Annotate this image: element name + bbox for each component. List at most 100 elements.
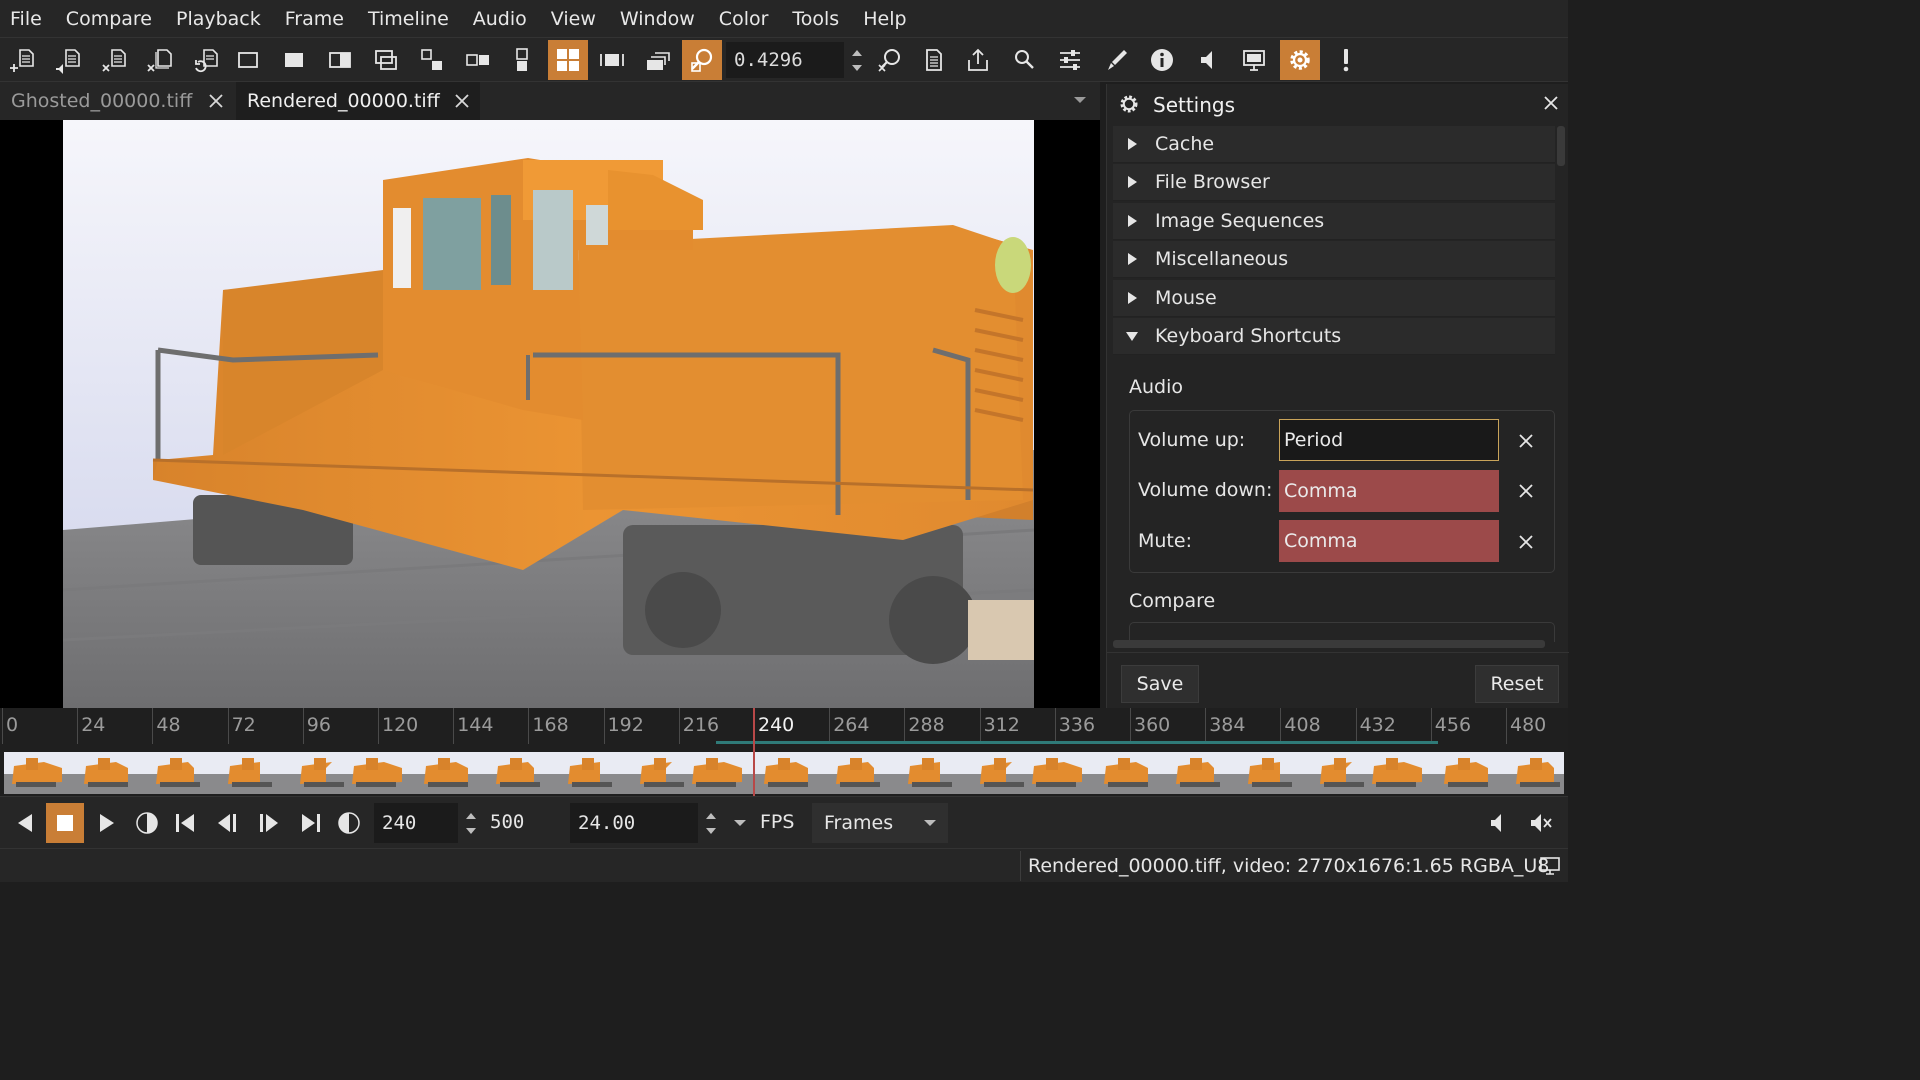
zoom-stepper[interactable] <box>846 42 868 78</box>
menu-help[interactable]: Help <box>851 0 918 38</box>
shortcut-label: Volume down: <box>1138 479 1273 501</box>
zoom-input[interactable]: 0.4296 <box>726 42 844 78</box>
annotation-icon[interactable] <box>1096 40 1136 80</box>
mute-shortcut-field[interactable]: Comma <box>1279 520 1499 562</box>
timeline-thumbnail <box>208 752 276 794</box>
fill-view-icon[interactable] <box>638 40 678 80</box>
timeline-tick-label: 192 <box>607 714 644 736</box>
timeline-thumbnails[interactable] <box>4 752 1564 794</box>
clear-icon[interactable] <box>1518 534 1534 550</box>
image-viewer[interactable] <box>0 120 1100 708</box>
files-panel-icon[interactable] <box>914 40 954 80</box>
tab-ghosted[interactable]: Ghosted_00000.tiff <box>0 82 234 120</box>
zoom-reset-icon[interactable] <box>870 40 910 80</box>
clear-icon[interactable] <box>1518 483 1534 499</box>
display-icon[interactable] <box>1234 40 1274 80</box>
mute-icon[interactable] <box>1522 803 1560 843</box>
close-icon[interactable] <box>454 93 470 109</box>
section-cache[interactable]: Cache <box>1113 126 1555 163</box>
vertical-scrollbar[interactable] <box>1557 126 1565 166</box>
close-icon[interactable] <box>208 93 224 109</box>
file-open-icon[interactable] <box>2 40 42 80</box>
section-mouse[interactable]: Mouse <box>1113 280 1555 317</box>
volume-down-shortcut-field[interactable]: Comma <box>1279 470 1499 512</box>
previous-frame-icon[interactable] <box>208 803 246 843</box>
compare-horizontal-icon[interactable] <box>458 40 498 80</box>
timeline-tick-label: 360 <box>1134 714 1171 736</box>
playhead[interactable] <box>753 708 755 796</box>
search-icon[interactable] <box>1004 40 1044 80</box>
section-label: File Browser <box>1155 171 1270 193</box>
clear-icon[interactable] <box>1518 433 1534 449</box>
chevron-right-icon <box>1128 138 1137 150</box>
timeline-tick <box>528 708 530 744</box>
audio-icon[interactable] <box>1188 40 1228 80</box>
out-point-icon[interactable] <box>330 803 368 843</box>
menu-color[interactable]: Color <box>707 0 781 38</box>
menu-compare[interactable]: Compare <box>54 0 164 38</box>
timeline-tick-label: 408 <box>1284 714 1321 736</box>
save-button[interactable]: Save <box>1121 665 1199 703</box>
current-frame-input[interactable]: 240 <box>374 803 458 843</box>
compare-b-icon[interactable] <box>274 40 314 80</box>
horizontal-scrollbar[interactable] <box>1113 640 1545 648</box>
menu-audio[interactable]: Audio <box>461 0 539 38</box>
file-open-separate-audio-icon[interactable] <box>48 40 88 80</box>
group-title-compare: Compare <box>1129 590 1216 612</box>
file-reload-icon[interactable] <box>186 40 226 80</box>
section-miscellaneous[interactable]: Miscellaneous <box>1113 241 1555 278</box>
compare-overlay-icon[interactable] <box>366 40 406 80</box>
info-icon[interactable] <box>1142 40 1182 80</box>
stop-icon[interactable] <box>46 803 84 843</box>
menu-tools[interactable]: Tools <box>780 0 851 38</box>
menu-playback[interactable]: Playback <box>164 0 273 38</box>
section-image-sequences[interactable]: Image Sequences <box>1113 203 1555 240</box>
tab-label: Rendered_00000.tiff <box>247 90 440 112</box>
section-keyboard-shortcuts[interactable]: Keyboard Shortcuts <box>1113 318 1555 355</box>
file-close-all-icon[interactable] <box>140 40 180 80</box>
shortcut-label: Volume up: <box>1138 429 1246 451</box>
fps-stepper[interactable] <box>702 805 720 841</box>
compare-vertical-icon[interactable] <box>502 40 542 80</box>
file-close-icon[interactable] <box>94 40 134 80</box>
play-forward-icon[interactable] <box>88 803 126 843</box>
adjustments-icon[interactable] <box>1050 40 1090 80</box>
go-to-end-icon[interactable] <box>292 803 330 843</box>
compare-difference-icon[interactable] <box>412 40 452 80</box>
compare-a-icon[interactable] <box>228 40 268 80</box>
fps-dropdown-icon[interactable] <box>732 817 748 829</box>
menu-timeline[interactable]: Timeline <box>356 0 461 38</box>
chevron-down-icon <box>924 820 936 826</box>
timeline-thumbnail <box>412 752 480 794</box>
fps-input[interactable]: 24.00 <box>570 803 698 843</box>
reset-button[interactable]: Reset <box>1475 665 1559 703</box>
frame-stepper[interactable] <box>462 805 480 841</box>
time-units-select[interactable]: Frames <box>812 803 948 843</box>
display-icon[interactable] <box>1540 857 1560 875</box>
play-reverse-icon[interactable] <box>6 803 44 843</box>
in-point-icon[interactable] <box>128 803 166 843</box>
timeline-ruler[interactable]: 0 24 48 72 96 120 144 168 192 216 240 264 288 312 336 3… <box>0 708 1568 744</box>
frame-view-icon[interactable] <box>592 40 632 80</box>
menu-window[interactable]: Window <box>608 0 707 38</box>
section-file-browser[interactable]: File Browser <box>1113 164 1555 201</box>
compare-tile-icon[interactable] <box>548 40 588 80</box>
timeline-thumbnail <box>1160 752 1228 794</box>
zoom-icon[interactable] <box>682 40 722 80</box>
chevron-down-icon[interactable] <box>1072 94 1088 106</box>
messages-icon[interactable] <box>1326 40 1366 80</box>
go-to-start-icon[interactable] <box>166 803 204 843</box>
close-icon[interactable] <box>1543 95 1559 111</box>
volume-up-shortcut-field[interactable]: Period <box>1279 419 1499 461</box>
timeline-tick-label: 144 <box>457 714 494 736</box>
volume-icon[interactable] <box>1480 803 1518 843</box>
menu-frame[interactable]: Frame <box>273 0 356 38</box>
next-frame-icon[interactable] <box>250 803 288 843</box>
compare-wipe-icon[interactable] <box>320 40 360 80</box>
settings-icon[interactable] <box>1280 40 1320 80</box>
export-icon[interactable] <box>958 40 998 80</box>
tab-rendered[interactable]: Rendered_00000.tiff <box>236 82 480 120</box>
menu-view[interactable]: View <box>539 0 608 38</box>
menu-file[interactable]: File <box>0 0 54 38</box>
timeline[interactable]: 0 24 48 72 96 120 144 168 192 216 240 264 288 312 336 3… <box>0 708 1568 796</box>
